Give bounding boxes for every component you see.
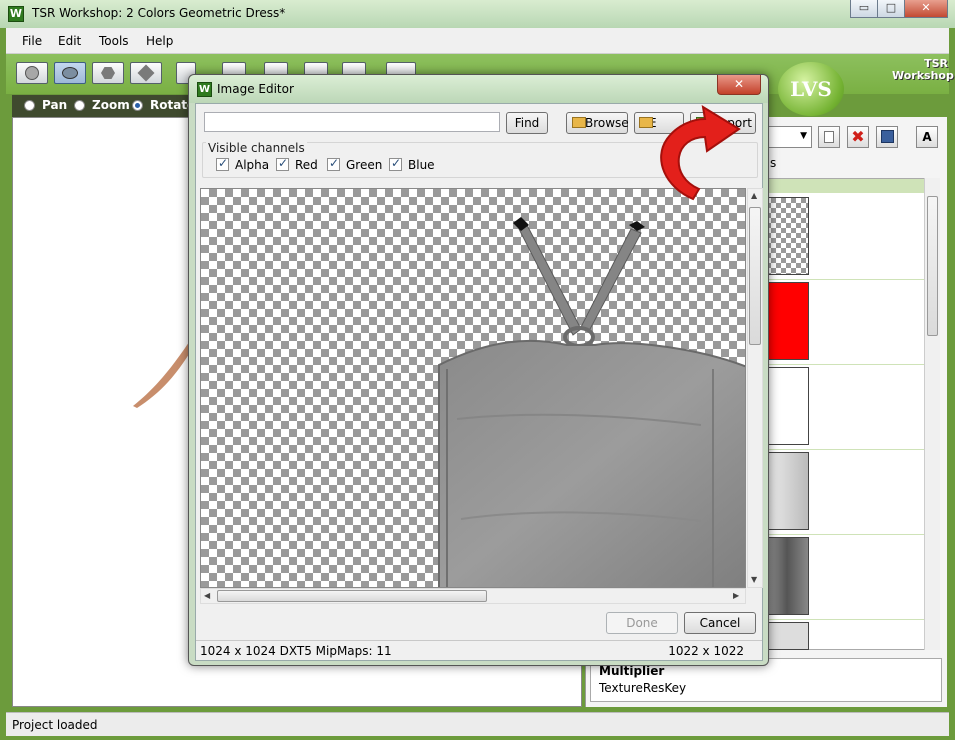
checkmark-icon: ✓ xyxy=(391,156,402,170)
diamond-view-button[interactable] xyxy=(130,62,162,84)
texture-thumb-partial[interactable] xyxy=(765,622,809,650)
save-button[interactable] xyxy=(876,126,898,148)
radio-zoom[interactable] xyxy=(74,100,85,111)
texture-list-scrollbar[interactable] xyxy=(924,178,940,650)
image-canvas[interactable] xyxy=(200,188,746,588)
minimize-button[interactable]: ▭ xyxy=(850,0,878,18)
tsr-logo-line2: Workshop xyxy=(892,69,954,82)
floppy-disk-icon xyxy=(880,130,894,143)
red-checkbox[interactable]: ✓ xyxy=(276,156,289,171)
checkmark-icon: ✓ xyxy=(218,156,229,170)
scroll-thumb[interactable] xyxy=(927,196,938,336)
search-input[interactable] xyxy=(204,112,500,132)
blue-checkbox[interactable]: ✓ xyxy=(389,156,402,171)
radio-rotate[interactable] xyxy=(132,100,143,111)
browse-button[interactable]: Browse xyxy=(566,112,629,134)
sphere-icon xyxy=(25,66,39,80)
label-zoom: Zoom xyxy=(92,98,130,112)
tsr-workshop-logo: TSR Workshop xyxy=(892,58,954,88)
hexagon-icon xyxy=(101,67,115,79)
list-header-strip xyxy=(761,179,926,193)
folder-icon xyxy=(572,117,586,128)
checkmark-icon: ✓ xyxy=(278,156,289,170)
scroll-right-icon[interactable]: ▶ xyxy=(733,591,739,600)
window-title: TSR Workshop: 2 Colors Geometric Dress* xyxy=(32,6,286,20)
sphere-view-button[interactable] xyxy=(16,62,48,84)
status-text: Project loaded xyxy=(12,718,98,732)
red-x-icon: ✖ xyxy=(851,127,865,146)
texture-thumb-normal[interactable] xyxy=(765,537,809,615)
green-checkbox[interactable]: ✓ xyxy=(327,156,340,171)
property-title: Multiplier xyxy=(599,664,665,678)
red-label: Red xyxy=(295,158,318,172)
menu-edit[interactable]: Edit xyxy=(58,34,81,48)
texture-thumb-specular[interactable] xyxy=(765,452,809,530)
texture-list xyxy=(760,178,940,650)
image-editor-dialog: W Image Editor ✕ Find Browse E Import Vi… xyxy=(188,74,769,666)
blue-label: Blue xyxy=(408,158,435,172)
maximize-button[interactable]: □ xyxy=(877,0,905,18)
image-format-info: 1024 x 1024 DXT5 MipMaps: 11 xyxy=(200,644,392,658)
image-dimensions: 1022 x 1022 xyxy=(668,644,744,658)
scroll-down-icon[interactable]: ▼ xyxy=(751,575,757,584)
scroll-left-icon[interactable]: ◀ xyxy=(204,591,210,600)
canvas-horizontal-scrollbar[interactable]: ◀ ▶ xyxy=(200,588,746,604)
list-separator xyxy=(761,619,926,620)
horizontal-scroll-thumb[interactable] xyxy=(217,590,487,602)
radio-pan[interactable] xyxy=(24,100,35,111)
red-arrow-annotation-icon xyxy=(660,105,741,201)
list-separator xyxy=(761,449,926,450)
list-separator xyxy=(761,534,926,535)
status-bar: Project loaded xyxy=(6,712,949,736)
text-button[interactable]: A xyxy=(916,126,938,148)
diamond-icon xyxy=(137,64,155,82)
find-button[interactable]: Find xyxy=(506,112,548,134)
copy-icon xyxy=(824,131,834,143)
main-title-bar: W TSR Workshop: 2 Colors Geometric Dress… xyxy=(0,0,955,28)
dialog-title: Image Editor xyxy=(217,82,294,96)
texture-thumb-red[interactable] xyxy=(765,282,809,360)
visible-channels-legend: Visible channels xyxy=(206,141,307,155)
hex-view-button[interactable] xyxy=(92,62,124,84)
chevron-down-icon: ▼ xyxy=(800,131,807,141)
browse-label: Browse xyxy=(585,116,629,130)
delete-button[interactable]: ✖ xyxy=(847,126,869,148)
list-separator xyxy=(761,364,926,365)
texture-thumb-white[interactable] xyxy=(765,367,809,445)
menu-help[interactable]: Help xyxy=(146,34,173,48)
dialog-status-bar: 1024 x 1024 DXT5 MipMaps: 11 1022 x 1022 xyxy=(196,640,762,660)
dialog-app-icon: W xyxy=(197,82,212,97)
cancel-button[interactable]: Cancel xyxy=(684,612,756,634)
menu-file[interactable]: File xyxy=(22,34,42,48)
list-separator xyxy=(761,279,926,280)
alpha-label: Alpha xyxy=(235,158,270,172)
lvs-logo: LVS xyxy=(778,62,844,116)
dialog-title-bar: W Image Editor ✕ xyxy=(189,75,768,103)
vertical-scroll-thumb[interactable] xyxy=(749,207,761,345)
close-button[interactable]: ✕ xyxy=(904,0,948,18)
menu-tools[interactable]: Tools xyxy=(99,34,129,48)
label-pan: Pan xyxy=(42,98,68,112)
done-button[interactable]: Done xyxy=(606,612,678,634)
copy-button[interactable] xyxy=(818,126,840,148)
canvas-vertical-scrollbar[interactable]: ▲ ▼ xyxy=(747,188,763,588)
alpha-checkbox[interactable]: ✓ xyxy=(216,156,229,171)
dialog-close-button[interactable]: ✕ xyxy=(717,75,761,95)
green-label: Green xyxy=(346,158,383,172)
ellipse-icon xyxy=(62,67,78,79)
app-icon: W xyxy=(8,6,24,22)
round-view-button[interactable] xyxy=(54,62,86,84)
checkmark-icon: ✓ xyxy=(329,156,340,170)
dress-texture-image xyxy=(438,217,745,587)
menu-bar: File Edit Tools Help xyxy=(6,28,949,54)
property-subtitle: TextureResKey xyxy=(599,681,687,695)
